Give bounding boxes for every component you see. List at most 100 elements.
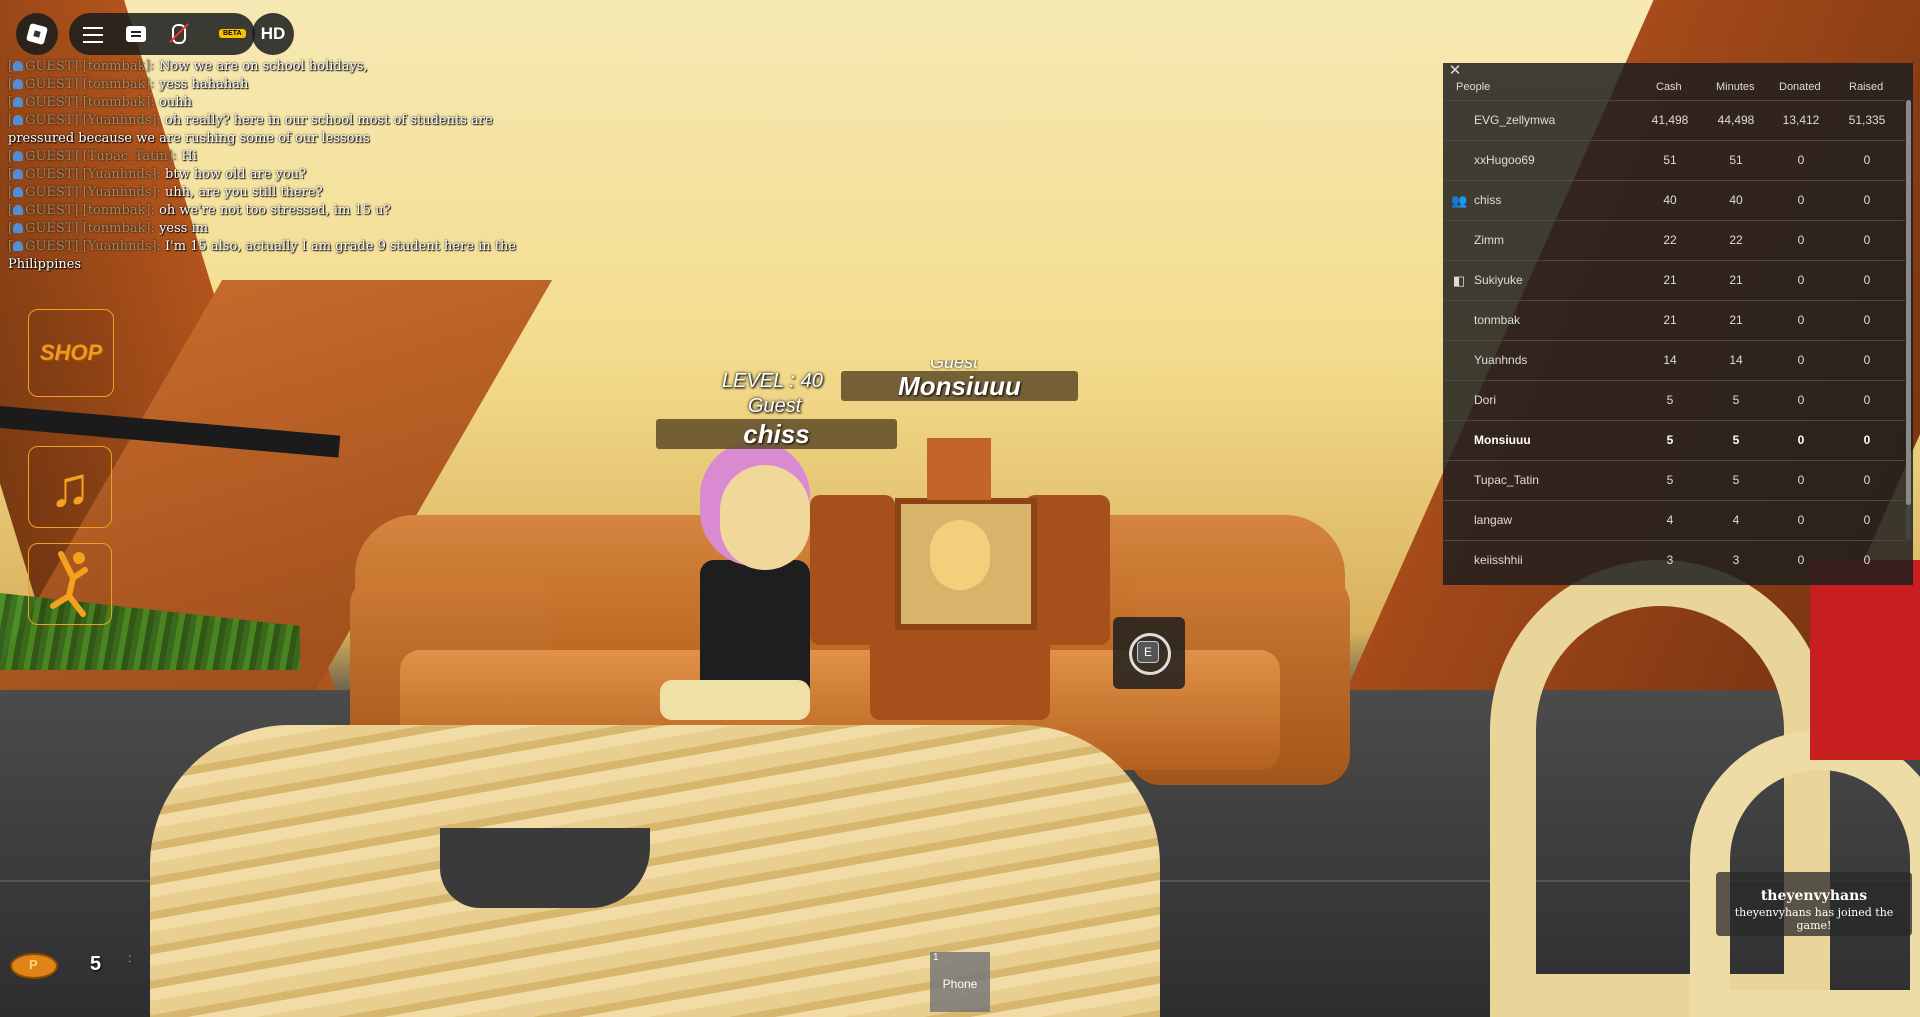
chat-message: [GUEST] [Yuanhnds]: uhh, are you still t… — [8, 184, 538, 202]
raised-value: 0 — [1863, 553, 1871, 567]
dog-shirt-print — [930, 520, 990, 590]
leaderboard-row[interactable]: Monsiuuu 5 5 0 0 — [1443, 420, 1905, 460]
minutes-value: 22 — [1729, 233, 1743, 247]
interact-prompt[interactable]: E — [1113, 617, 1185, 689]
leaderboard-row[interactable]: EVG_zellymwa 41,498 44,498 13,412 51,335 — [1443, 100, 1905, 140]
minutes-value: 40 — [1729, 193, 1743, 207]
hamburger-menu-icon[interactable] — [81, 22, 105, 46]
player-name: Tupac_Tatin — [1474, 473, 1539, 487]
chat-message: [GUEST] [Tupac_Tatin]: Hi — [8, 148, 538, 166]
minutes-value: 5 — [1732, 473, 1740, 487]
chat-text: Hi — [181, 149, 197, 164]
leaderboard-row[interactable]: Yuanhnds 14 14 0 0 — [1443, 340, 1905, 380]
chat-sender: GUEST] [tonmbak]: — [25, 77, 155, 92]
chat-guest-icon: [ — [8, 113, 25, 128]
minutes-value: 5 — [1732, 393, 1740, 407]
player-name: tonmbak — [1474, 313, 1521, 327]
hd-avatar-button[interactable]: HD — [252, 13, 294, 55]
cash-value: 14 — [1663, 353, 1677, 367]
coin-icon — [10, 953, 58, 979]
leaderboard-row[interactable]: tonmbak 21 21 0 0 — [1443, 300, 1905, 340]
chat-text: Now we are on school holidays, — [159, 59, 368, 74]
cash-value: 40 — [1663, 193, 1677, 207]
chat-message: [GUEST] [Yuanhnds]: btw how old are you? — [8, 166, 538, 184]
coffee-table-opening — [440, 828, 650, 908]
chat-sender: GUEST] [tonmbak]: — [25, 95, 155, 110]
shop-button[interactable]: SHOP — [28, 309, 114, 397]
cash-count: 5 — [90, 953, 102, 975]
top-bar-pill: BETA — [69, 13, 255, 55]
player-name: EVG_zellymwa — [1474, 113, 1556, 127]
chat-message: [GUEST] [tonmbak]: oh we're not too stre… — [8, 202, 538, 220]
raised-value: 0 — [1863, 393, 1871, 407]
avatar-chiss-body — [700, 560, 810, 700]
raised-value: 51,335 — [1848, 113, 1886, 127]
raised-value: 0 — [1863, 153, 1871, 167]
leaderboard-row[interactable]: keiisshhii 3 3 0 0 — [1443, 540, 1905, 580]
leaderboard-row[interactable]: ◧ Sukiyuke 21 21 0 0 — [1443, 260, 1905, 300]
chat-guest-icon: [ — [8, 59, 25, 74]
red-sign — [1810, 560, 1920, 760]
cash-value: 5 — [1666, 473, 1674, 487]
donated-value: 0 — [1797, 553, 1805, 567]
avatar-chiss-head — [720, 465, 810, 570]
leaderboard-scrollbar[interactable] — [1906, 100, 1911, 540]
cash-value: 3 — [1666, 553, 1674, 567]
donated-value: 0 — [1797, 233, 1805, 247]
roblox-menu-button[interactable] — [16, 13, 58, 55]
minutes-value: 44,498 — [1717, 113, 1755, 127]
chat-guest-icon: [ — [8, 185, 25, 200]
chat-sender: GUEST] [tonmbak]: — [25, 59, 155, 74]
leaderboard-row[interactable]: langaw 4 4 0 0 — [1443, 500, 1905, 540]
donated-value: 0 — [1797, 313, 1805, 327]
player-name: Yuanhnds — [1474, 353, 1528, 367]
minutes-value: 4 — [1732, 513, 1740, 527]
cash-value: 41,498 — [1651, 113, 1689, 127]
chat-message: [GUEST] [Yuanhnds]: I'm 15 also, actuall… — [8, 238, 538, 274]
hud-separator: : — [128, 951, 132, 965]
minutes-value: 21 — [1729, 273, 1743, 287]
emote-button[interactable] — [28, 543, 112, 625]
mic-muted-icon[interactable] — [167, 22, 191, 46]
close-icon[interactable]: ✕ — [1447, 63, 1463, 79]
avatar-chiss-legs — [660, 680, 810, 720]
donated-value: 0 — [1797, 273, 1805, 287]
chat-message: [GUEST] [tonmbak]: Now we are on school … — [8, 58, 538, 76]
billboard-level: LEVEL : 40 — [722, 370, 823, 392]
chat-log: [GUEST] [tonmbak]: Now we are on school … — [8, 58, 538, 274]
billboard-name-monsiuuu: Monsiuuu — [841, 371, 1078, 401]
raised-value: 0 — [1863, 473, 1871, 487]
roblox-logo-icon — [25, 22, 49, 46]
player-name: chiss — [1474, 193, 1502, 207]
chat-sender: GUEST] [Yuanhnds]: — [25, 167, 161, 182]
billboard-guest-label: Guest — [748, 395, 802, 417]
donated-value: 0 — [1797, 433, 1805, 447]
donated-value: 0 — [1797, 353, 1805, 367]
chat-sender: GUEST] [tonmbak]: — [25, 203, 155, 218]
leaderboard-row[interactable]: Dori 5 5 0 0 — [1443, 380, 1905, 420]
notification-title: theyenvyhans — [1760, 888, 1868, 904]
hotbar-slot-number: 1 — [933, 952, 939, 963]
leaderboard-row[interactable]: Tupac_Tatin 5 5 0 0 — [1443, 460, 1905, 500]
scroll-thumb[interactable] — [1906, 100, 1911, 505]
chat-toggle-icon[interactable] — [124, 22, 148, 46]
cash-value: 5 — [1666, 433, 1674, 447]
hotbar-slot-label: Phone — [942, 977, 978, 991]
chat-guest-icon: [ — [8, 239, 25, 254]
donated-value: 0 — [1797, 393, 1805, 407]
music-button[interactable]: ♫ — [28, 446, 112, 528]
chat-sender: GUEST] [Tupac_Tatin]: — [25, 149, 178, 164]
leaderboard-row[interactable]: Zimm 22 22 0 0 — [1443, 220, 1905, 260]
chat-text: uhh, are you still there? — [165, 185, 323, 200]
friends-icon: 👥 — [1451, 193, 1468, 208]
chat-guest-icon: [ — [8, 149, 25, 164]
join-notification: theyenvyhans theyenvyhans has joined the… — [1716, 872, 1912, 936]
chat-text: yess im — [159, 221, 209, 236]
leaderboard-row[interactable]: 👥 chiss 40 40 0 0 — [1443, 180, 1905, 220]
cash-value: 5 — [1666, 393, 1674, 407]
chat-guest-icon: [ — [8, 203, 25, 218]
hotbar-slot-phone[interactable]: 1 Phone — [930, 952, 990, 1012]
minutes-value: 5 — [1732, 433, 1740, 447]
leaderboard-header: People Cash Minutes Donated Raised — [1443, 79, 1913, 97]
leaderboard-row[interactable]: xxHugoo69 51 51 0 0 — [1443, 140, 1905, 180]
